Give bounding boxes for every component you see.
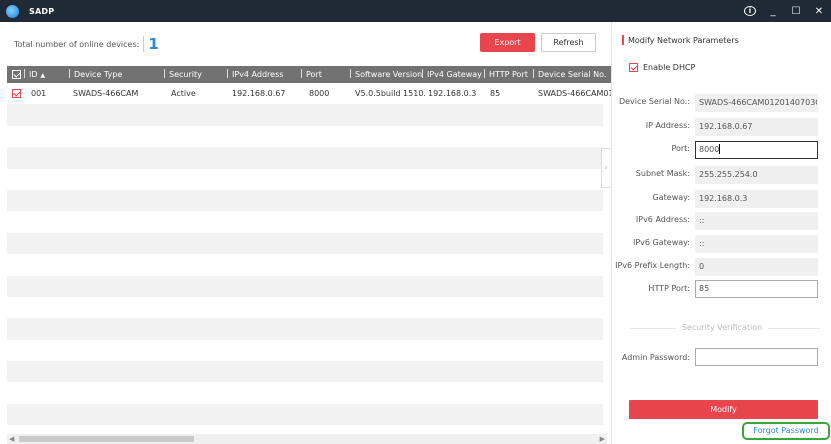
table-header: ID ▲ Device Type Security IPv4 Address Po… — [7, 66, 611, 83]
admin-password-field[interactable] — [695, 348, 818, 366]
empty-row — [7, 254, 603, 275]
panel-title: Modify Network Parameters — [622, 35, 739, 45]
close-icon[interactable]: ✕ — [813, 6, 825, 17]
device-count-label: Total number of online devices: — [14, 39, 140, 49]
column-header-port[interactable]: Port — [301, 66, 322, 83]
minimize-icon[interactable]: _ — [767, 6, 779, 17]
cell-ipv4-address: 192.168.0.67 — [232, 89, 286, 98]
app-logo-icon — [6, 4, 19, 18]
column-header-software-version[interactable]: Software Version — [350, 66, 422, 83]
count-divider — [143, 36, 145, 52]
device-table-body: 001 SWADS-466CAM Active 192.168.0.67 800… — [7, 83, 611, 426]
column-header-serial[interactable]: Device Serial No. — [533, 66, 611, 83]
refresh-button[interactable]: Refresh — [541, 33, 596, 52]
device-count-value: 1 — [148, 35, 159, 53]
cell-id: 001 — [31, 89, 47, 98]
admin-password-label: Admin Password: — [621, 353, 690, 362]
cell-security: Active — [171, 89, 196, 98]
enable-dhcp-checkbox[interactable]: Enable DHCP — [629, 63, 695, 72]
modify-network-panel: Modify Network Parameters Enable DHCP De… — [611, 22, 831, 444]
empty-row — [7, 189, 603, 212]
select-all-checkbox[interactable] — [12, 70, 21, 79]
ipv6-prefix-label: IPv6 Prefix Length: — [615, 261, 690, 270]
empty-row — [7, 340, 603, 361]
security-verification-heading: Security Verification — [612, 323, 831, 332]
serial-label: Device Serial No.: — [618, 97, 690, 106]
http-port-label: HTTP Port: — [648, 284, 690, 293]
ipv6-gateway-field[interactable]: :: — [695, 235, 818, 253]
port-field[interactable]: 8000 — [695, 141, 818, 159]
empty-row — [7, 147, 603, 169]
gateway-field[interactable]: 192.168.0.3 — [695, 190, 818, 208]
maximize-icon[interactable]: ☐ — [790, 6, 802, 17]
text-cursor — [719, 144, 721, 154]
forgot-password-link[interactable]: Forgot Password — [742, 422, 830, 440]
ipv6-address-field[interactable]: :: — [695, 212, 818, 230]
subnet-mask-label: Subnet Mask: — [635, 169, 690, 178]
subnet-mask-field[interactable]: 255.255.254.0 — [695, 166, 818, 184]
window-controls: i _ ☐ ✕ — [744, 0, 825, 22]
empty-row — [7, 126, 603, 147]
empty-row — [7, 275, 603, 297]
cell-port: 8000 — [309, 89, 330, 98]
export-button[interactable]: Export — [480, 33, 535, 52]
column-header-device-type[interactable]: Device Type — [69, 66, 122, 83]
ip-address-field[interactable]: 192.168.0.67 — [695, 118, 818, 136]
title-bar: SADP i _ ☐ ✕ — [0, 0, 831, 22]
collapse-panel-toggle[interactable]: › — [601, 148, 610, 188]
cell-software-version: V5.0.5build 1510... — [355, 89, 425, 98]
ipv6-prefix-field[interactable]: 0 — [695, 258, 818, 276]
device-list-area: Total number of online devices: 1 Export… — [0, 22, 611, 444]
empty-row — [7, 211, 603, 232]
table-row[interactable]: 001 SWADS-466CAM Active 192.168.0.67 800… — [7, 83, 611, 104]
ipv6-address-label: IPv6 Address: — [635, 215, 690, 224]
device-count: Total number of online devices: 1 — [14, 34, 159, 54]
horizontal-scrollbar[interactable]: ◀ ▶ — [7, 434, 607, 444]
scrollbar-thumb[interactable] — [19, 436, 194, 442]
column-header-ipv4-gateway[interactable]: IPv4 Gateway — [422, 66, 482, 83]
empty-row — [7, 169, 603, 190]
scroll-right-icon[interactable]: ▶ — [600, 434, 605, 444]
port-label: Port: — [671, 144, 690, 153]
empty-row — [7, 104, 603, 126]
scroll-left-icon[interactable]: ◀ — [9, 434, 14, 444]
empty-row — [7, 403, 603, 426]
column-header-id[interactable]: ID ▲ — [24, 66, 45, 83]
enable-dhcp-label: Enable DHCP — [643, 63, 696, 72]
column-header-security[interactable]: Security — [164, 66, 202, 83]
ipv6-gateway-label: IPv6 Gateway: — [632, 238, 690, 247]
app-title: SADP — [29, 6, 55, 16]
cell-device-type: SWADS-466CAM — [73, 89, 139, 98]
ip-address-label: IP Address: — [645, 121, 690, 130]
empty-row — [7, 232, 603, 255]
empty-row — [7, 382, 603, 403]
info-icon[interactable]: i — [744, 6, 756, 16]
cell-serial: SWADS-466CAM012 — [538, 89, 611, 98]
empty-row — [7, 297, 603, 318]
serial-field: SWADS-466CAM0120140703CCRR — [695, 94, 818, 112]
modify-button[interactable]: Modify — [629, 400, 818, 419]
gateway-label: Gateway: — [652, 193, 690, 202]
sort-icon[interactable]: ▲ — [41, 72, 46, 79]
column-header-http-port[interactable]: HTTP Port — [484, 66, 528, 83]
cell-http-port: 85 — [490, 89, 501, 98]
chevron-right-icon: › — [604, 163, 608, 173]
cell-ipv4-gateway: 192.168.0.3 — [428, 89, 477, 98]
row-checkbox[interactable] — [12, 89, 21, 98]
http-port-field[interactable]: 85 — [695, 280, 818, 298]
column-header-ipv4-address[interactable]: IPv4 Address — [227, 66, 283, 83]
title-accent-bar — [622, 35, 624, 45]
checkbox-icon[interactable] — [629, 63, 638, 72]
empty-row — [7, 361, 603, 383]
empty-row — [7, 318, 603, 340]
